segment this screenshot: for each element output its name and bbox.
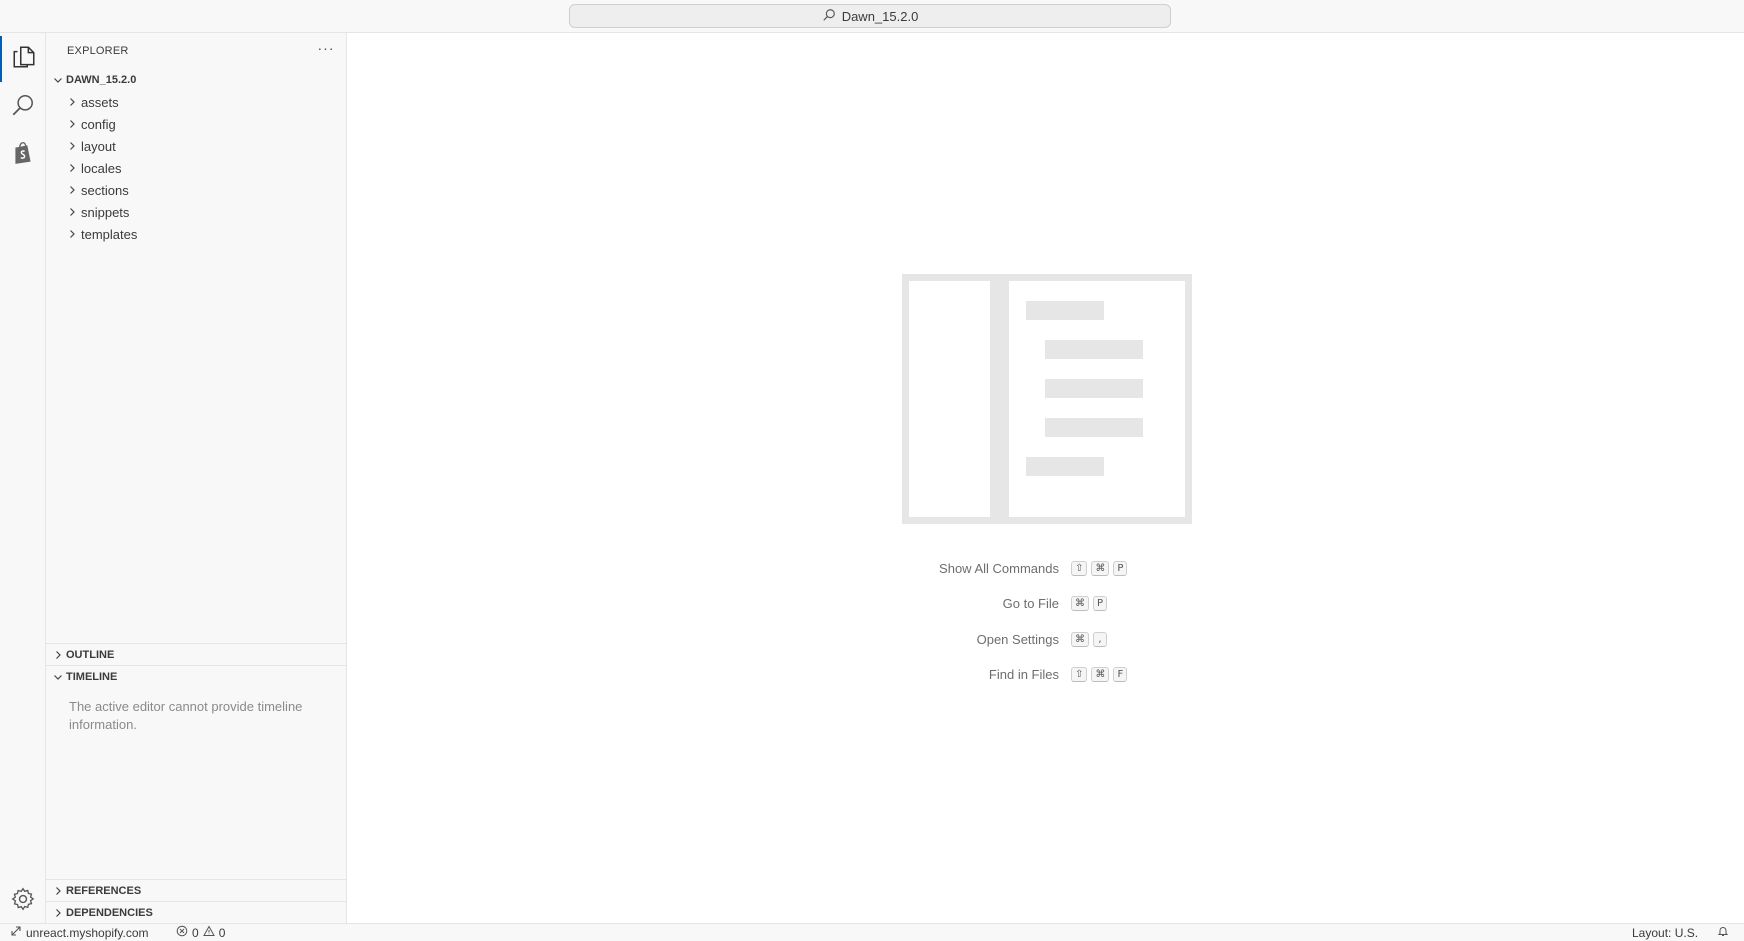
command-center-label: Dawn_15.2.0 [841, 8, 919, 24]
status-notifications[interactable] [1717, 924, 1729, 941]
panel-outline-header[interactable]: OUTLINE [46, 643, 346, 665]
workspace-root-label: DAWN_15.2.0 [66, 74, 137, 86]
shortcut-find-in-files[interactable]: Find in Files ⇧ ⌘ F [860, 664, 1280, 684]
status-remote-label: unreact.myshopify.com [26, 925, 149, 940]
status-remote[interactable]: unreact.myshopify.com [10, 924, 149, 941]
command-center-search[interactable]: Dawn_15.2.0 [569, 4, 1171, 28]
chevron-right-icon [64, 182, 80, 198]
keycap: P [1093, 595, 1108, 611]
folder-snippets[interactable]: snippets [64, 201, 344, 223]
folder-templates[interactable]: templates [64, 223, 344, 245]
keycap: ⌘ [1091, 560, 1110, 576]
shopify-bag-icon [10, 140, 36, 171]
keycap: , [1093, 631, 1107, 647]
shortcut-label: Show All Commands [939, 560, 1059, 576]
search-icon [10, 92, 36, 123]
folder-locales[interactable]: locales [64, 157, 344, 179]
panel-dependencies-header[interactable]: DEPENDENCIES [46, 901, 346, 923]
chevron-right-icon [64, 116, 80, 132]
sidebar-explorer: EXPLORER ··· DAWN_15.2.0 assets config l… [46, 33, 347, 923]
watermark-bar [1045, 379, 1143, 398]
folder-sections[interactable]: sections [64, 179, 344, 201]
folder-layout[interactable]: layout [64, 135, 344, 157]
sidebar-title: EXPLORER [67, 45, 129, 57]
keycap: P [1113, 560, 1128, 576]
folder-label: layout [81, 138, 116, 154]
timeline-message: The active editor cannot provide timelin… [69, 699, 303, 732]
watermark-bar [1026, 457, 1104, 476]
gear-icon [10, 887, 36, 916]
chevron-right-icon [50, 883, 66, 899]
watermark-bar [1045, 418, 1143, 437]
chevron-right-icon [50, 905, 66, 921]
panel-dependencies-label: DEPENDENCIES [66, 906, 153, 919]
watermark-bar [1026, 301, 1104, 320]
keycap: F [1113, 666, 1128, 682]
shortcut-label: Open Settings [976, 631, 1059, 647]
error-icon [176, 925, 188, 940]
keycap: ⇧ [1071, 666, 1088, 682]
folder-label: sections [81, 182, 129, 198]
chevron-right-icon [64, 226, 80, 242]
activity-explorer[interactable] [0, 36, 46, 82]
folder-label: snippets [81, 204, 130, 220]
folder-label: templates [81, 226, 138, 242]
folder-label: config [81, 116, 116, 132]
panel-timeline-label: TIMELINE [66, 670, 118, 683]
folder-label: assets [81, 94, 119, 110]
chevron-down-icon [50, 669, 66, 685]
activity-bar [0, 33, 46, 923]
folder-assets[interactable]: assets [64, 91, 344, 113]
panel-references-label: REFERENCES [66, 884, 142, 897]
shortcut-label: Find in Files [988, 666, 1059, 682]
chevron-right-icon [64, 160, 80, 176]
folder-config[interactable]: config [64, 113, 344, 135]
remote-icon [10, 925, 22, 940]
keycap: ⇧ [1071, 560, 1088, 576]
more-actions-button[interactable]: ··· [316, 41, 336, 58]
keycap: ⌘ [1071, 595, 1089, 611]
title-bar: Dawn_15.2.0 [0, 0, 1744, 33]
panel-references-header[interactable]: REFERENCES [46, 879, 346, 901]
status-warning-count: 0 [218, 925, 226, 940]
activity-search[interactable] [0, 84, 46, 130]
status-layout-label: Layout: U.S. [1632, 925, 1699, 940]
activity-shopify[interactable] [0, 132, 46, 178]
status-keyboard-layout[interactable]: Layout: U.S. [1632, 924, 1698, 941]
keycap: ⌘ [1071, 631, 1089, 647]
chevron-right-icon [64, 138, 80, 154]
watermark-bar [1045, 340, 1143, 359]
panel-outline-label: OUTLINE [66, 648, 115, 661]
keycap: ⌘ [1091, 666, 1110, 682]
shortcut-go-to-file[interactable]: Go to File ⌘ P [860, 593, 1280, 613]
files-icon [11, 44, 37, 75]
chevron-right-icon [50, 647, 66, 663]
workspace-root-folder[interactable]: DAWN_15.2.0 [50, 70, 136, 90]
shortcut-label: Go to File [1002, 595, 1059, 611]
chevron-right-icon [64, 204, 80, 220]
editor-watermark-logo [902, 274, 1192, 524]
shortcut-show-all-commands[interactable]: Show All Commands ⇧ ⌘ P [860, 558, 1280, 578]
bell-icon [1717, 925, 1729, 940]
watermark-divider [990, 281, 1009, 517]
search-icon [822, 8, 836, 25]
status-bar: unreact.myshopify.com 0 0 Layout: U.S. [0, 923, 1744, 941]
chevron-right-icon [64, 94, 80, 110]
status-error-count: 0 [192, 925, 199, 940]
chevron-down-icon [50, 72, 66, 88]
shortcut-open-settings[interactable]: Open Settings ⌘ , [860, 629, 1280, 649]
panel-timeline-header[interactable]: TIMELINE [46, 665, 346, 687]
manage-settings[interactable] [10, 886, 36, 912]
warning-icon [202, 925, 215, 940]
folder-label: locales [81, 160, 122, 176]
status-problems[interactable]: 0 0 [176, 924, 225, 941]
